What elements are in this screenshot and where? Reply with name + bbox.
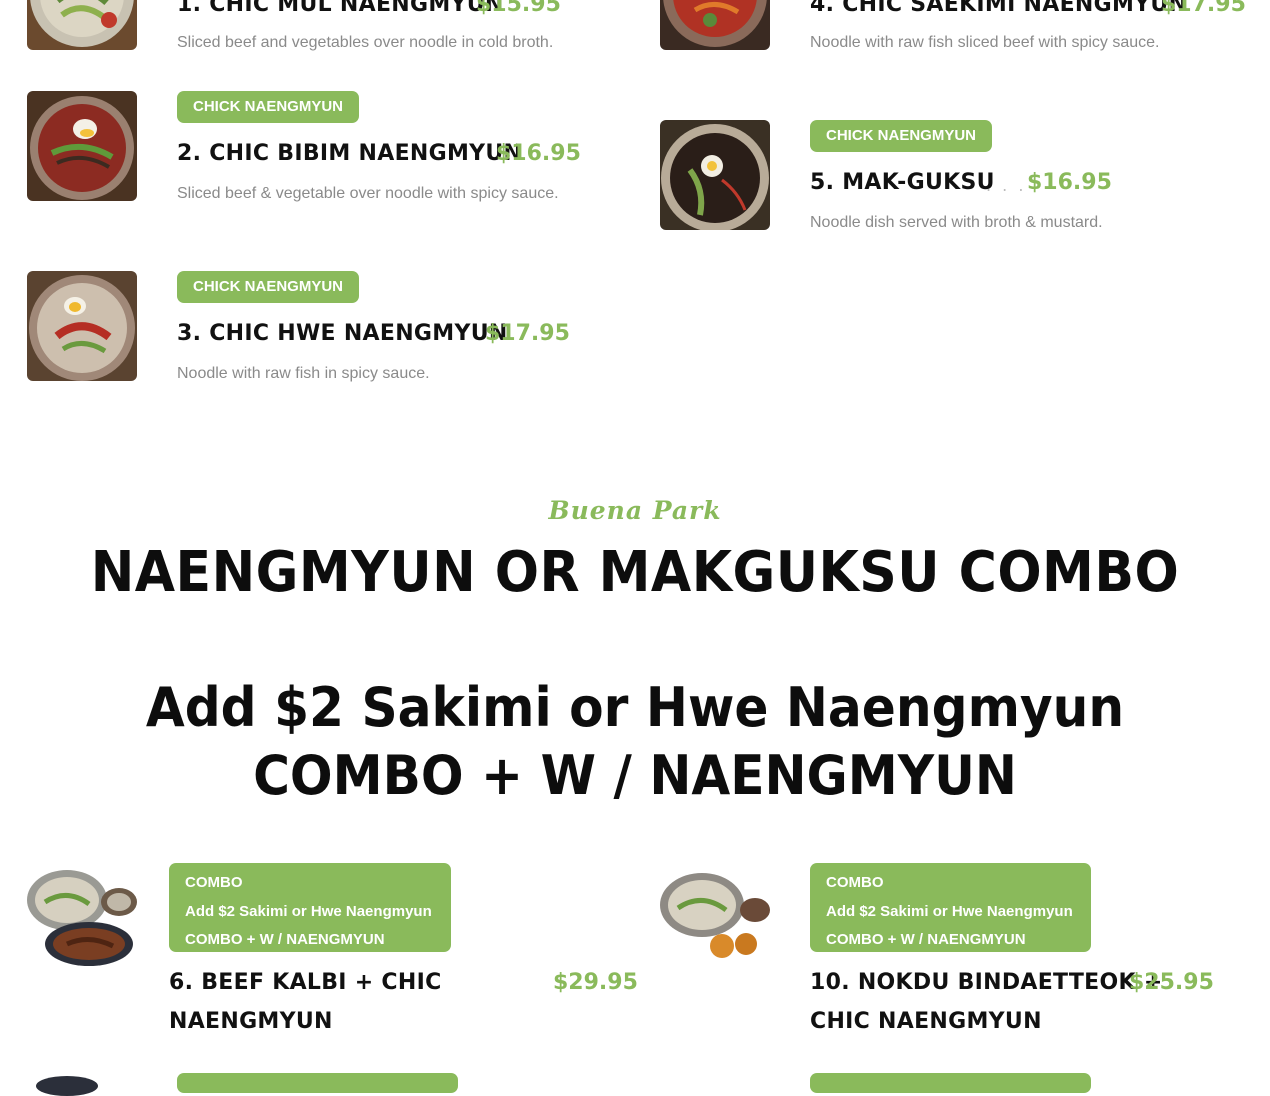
combo-badge-line: Add $2 Sakimi or Hwe Naengmyun	[826, 902, 1073, 920]
item-price: $17.95	[1161, 0, 1246, 17]
combo-title-line-1: 6. BEEF KALBI + CHIC	[169, 970, 442, 995]
combo-badge-line: Add $2 Sakimi or Hwe Naengmyun	[185, 902, 432, 920]
mak-guksu-photo	[660, 120, 770, 230]
nokdu-bindaetteok-combo-photo	[660, 860, 770, 970]
item-price: $16.95	[1027, 170, 1112, 195]
item-title: 3. CHIC HWE NAENGMYUN	[177, 321, 508, 346]
item-title: 2. CHIC BIBIM NAENGMYUN	[177, 141, 523, 166]
item-price: $16.95	[496, 141, 581, 166]
item-title: 1. CHIC MUL NAENGMYUN	[177, 0, 504, 17]
combo-badge-line: COMBO + W / NAENGMYUN	[826, 931, 1026, 948]
subtitle-line-1: Add $2 Sakimi or Hwe Naengmyun	[145, 676, 1125, 739]
item-description: Noodle with raw fish sliced beef with sp…	[810, 34, 1160, 51]
category-badge: CHICK NAENGMYUN	[177, 271, 359, 303]
combo-title-line-2: NAENGMYUN	[169, 1009, 333, 1034]
item-description: Noodle with raw fish in spicy sauce.	[177, 365, 430, 382]
saekimi-naengmyun-photo	[660, 0, 770, 50]
item-title: 5. MAK-GUKSU	[810, 170, 995, 195]
subtitle-line-2: COMBO + W / NAENGMYUN	[253, 744, 1017, 807]
combo-price: $29.95	[553, 970, 638, 995]
category-badge: CHICK NAENGMYUN	[177, 91, 359, 123]
combo-badge-line: COMBO	[185, 874, 243, 891]
next-combo-badge	[810, 1073, 1091, 1093]
item-description: Sliced beef and vegetables over noodle i…	[177, 34, 554, 51]
section-subtitle: Add $2 Sakimi or Hwe Naengmyun COMBO + W…	[44, 674, 1225, 810]
item-title: 4. CHIC SAEKIMI NAENGMYUN	[810, 0, 1188, 17]
item-description: Noodle dish served with broth & mustard.	[810, 214, 1103, 231]
item-description: Sliced beef & vegetable over noodle with…	[177, 185, 559, 202]
combo-price: $25.95	[1129, 970, 1214, 995]
beef-kalbi-combo-photo	[27, 860, 137, 970]
combo-badge-line: COMBO	[826, 874, 884, 891]
leader-dots: . . .	[986, 176, 1027, 195]
bibim-naengmyun-photo	[27, 91, 137, 201]
combo-badge-line: COMBO + W / NAENGMYUN	[185, 931, 385, 948]
combo-badge: COMBO Add $2 Sakimi or Hwe Naengmyun COM…	[810, 863, 1091, 952]
item-price: $17.95	[485, 321, 570, 346]
hwe-naengmyun-photo	[27, 271, 137, 381]
location-label: Buena Park	[548, 496, 722, 525]
section-title: NAENGMYUN OR MAKGUKSU COMBO	[90, 540, 1180, 605]
item-price: $15.95	[476, 0, 561, 17]
next-combo-badge	[177, 1073, 458, 1093]
mul-naengmyun-photo	[27, 0, 137, 50]
combo-badge: COMBO Add $2 Sakimi or Hwe Naengmyun COM…	[169, 863, 451, 952]
combo-title-line-1: 10. NOKDU BINDAETTEOK +	[810, 970, 1163, 995]
category-badge: CHICK NAENGMYUN	[810, 120, 992, 152]
next-item-photo	[36, 1076, 98, 1096]
combo-title-line-2: CHIC NAENGMYUN	[810, 1009, 1042, 1034]
